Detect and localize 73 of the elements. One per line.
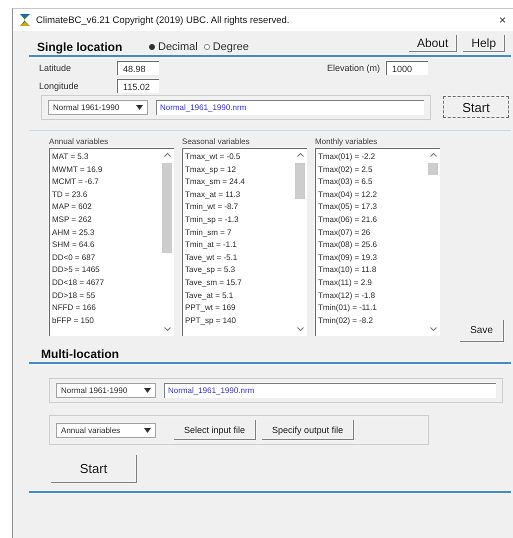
list-item[interactable]: MAT = 5.3 <box>52 151 160 164</box>
list-item[interactable]: AHM = 25.3 <box>52 226 160 240</box>
list-item[interactable]: DD>5 = 1465 <box>52 264 160 277</box>
window-title: ClimateBC_v6.21 Copyright (2019) UBC. All rights reserved. <box>36 14 290 26</box>
radio-button[interactable]: Degree <box>204 41 249 53</box>
start-button[interactable]: Start <box>51 455 137 483</box>
file-field[interactable]: Normal_1961_1990.nrm <box>156 100 424 115</box>
list-item[interactable]: Tmax(10) = 11.8 <box>318 264 426 277</box>
list-item[interactable]: Tmin_wt = -8.7 <box>185 201 293 214</box>
radio-button[interactable]: Decimal <box>149 41 198 53</box>
list-item[interactable]: Tave_wt = -5.1 <box>185 252 293 264</box>
list-item[interactable]: Tmax(03) = 6.5 <box>318 176 426 189</box>
list-item[interactable]: Tmax(05) = 17.3 <box>318 201 426 214</box>
save-button[interactable]: Save <box>460 320 504 342</box>
list-item[interactable]: Tmax(07) = 26 <box>318 226 426 240</box>
list-item[interactable]: Tmax(02) = 2.5 <box>318 164 426 176</box>
caret-icon <box>144 428 151 432</box>
file-button[interactable]: Select input file <box>174 420 256 440</box>
file-field[interactable]: Normal_1961_1990.nrm <box>164 383 496 398</box>
list-item[interactable]: Tave_sp = 5.3 <box>185 264 293 277</box>
toolbar-button[interactable]: Help <box>463 35 505 52</box>
list-label: Annual variables <box>49 137 110 146</box>
list-item[interactable]: Tmin(01) = -11.1 <box>318 302 426 315</box>
section-heading: Single location <box>37 40 124 54</box>
list-item[interactable]: Tmax(08) = 25.6 <box>318 239 426 252</box>
list-item[interactable]: DD<0 = 687 <box>52 252 160 264</box>
list-item[interactable]: TD = 23.6 <box>52 188 160 202</box>
list-label: Monthly variables <box>315 137 378 146</box>
field-label: Longitude <box>39 81 80 91</box>
list-item[interactable]: Tmax(04) = 12.2 <box>318 188 426 202</box>
list-item[interactable]: Tmin(02) = -8.2 <box>318 314 426 328</box>
list-item[interactable]: DD<18 = 4677 <box>52 276 160 290</box>
list-item[interactable]: Tmax_sm = 24.4 <box>185 176 293 189</box>
field-label: Elevation (m) <box>327 63 380 73</box>
list-item[interactable]: MCMT = -6.7 <box>52 176 160 189</box>
list-item[interactable]: DD>18 = 55 <box>52 290 160 302</box>
list-item[interactable]: Tmax(06) = 21.6 <box>318 214 426 227</box>
list-item[interactable]: NFFD = 166 <box>52 302 160 315</box>
list-item[interactable]: Tmax_at = 11.3 <box>185 188 293 202</box>
toolbar-button[interactable]: About <box>408 35 458 52</box>
input-field[interactable]: 48.98 <box>117 61 159 75</box>
list-item[interactable]: bFFP = 150 <box>52 314 160 328</box>
section-heading: Multi-location <box>41 347 119 361</box>
list-item[interactable]: Tmax(01) = -2.2 <box>318 151 426 164</box>
list-item[interactable]: PPT_wt = 169 <box>185 302 293 315</box>
dropdown[interactable]: Annual variables <box>56 422 156 438</box>
list-item[interactable]: MAP = 602 <box>52 201 160 214</box>
start-button[interactable]: Start <box>443 96 509 118</box>
list-label: Seasonal variables <box>182 137 251 146</box>
list-item[interactable]: SHM = 64.6 <box>52 239 160 252</box>
list-item[interactable]: MSP = 262 <box>52 214 160 227</box>
input-field[interactable]: 1000 <box>386 61 428 75</box>
list-item[interactable]: Tave_sm = 15.7 <box>185 276 293 290</box>
list-item[interactable]: Tmax(12) = -1.8 <box>318 290 426 302</box>
field-label: Latitude <box>39 63 72 73</box>
list-item[interactable]: Tmax_wt = -0.5 <box>185 151 293 164</box>
app-logo-icon <box>19 13 31 27</box>
list-item[interactable]: Tmin_sm = 7 <box>185 226 293 240</box>
list-item[interactable]: PPT_sp = 140 <box>185 314 293 328</box>
list-item[interactable]: Tave_at = 5.1 <box>185 290 293 302</box>
caret-icon <box>144 388 151 393</box>
list-item[interactable]: MWMT = 16.9 <box>52 164 160 176</box>
dropdown[interactable]: Normal 1961-1990 <box>48 100 148 115</box>
list-item[interactable]: Tmax(11) = 2.9 <box>318 276 426 290</box>
close-icon[interactable]: × <box>499 13 506 27</box>
list-item[interactable]: Tmax_sp = 12 <box>185 164 293 176</box>
list-item[interactable]: Tmin_at = -1.1 <box>185 239 293 252</box>
dropdown[interactable]: Normal 1961-1990 <box>56 383 156 398</box>
caret-icon <box>136 105 143 110</box>
file-button[interactable]: Specify output file <box>262 420 354 440</box>
input-field[interactable]: 115.02 <box>117 79 159 93</box>
list-item[interactable]: Tmin_sp = -1.3 <box>185 214 293 227</box>
list-item[interactable]: Tmax(09) = 19.3 <box>318 252 426 264</box>
